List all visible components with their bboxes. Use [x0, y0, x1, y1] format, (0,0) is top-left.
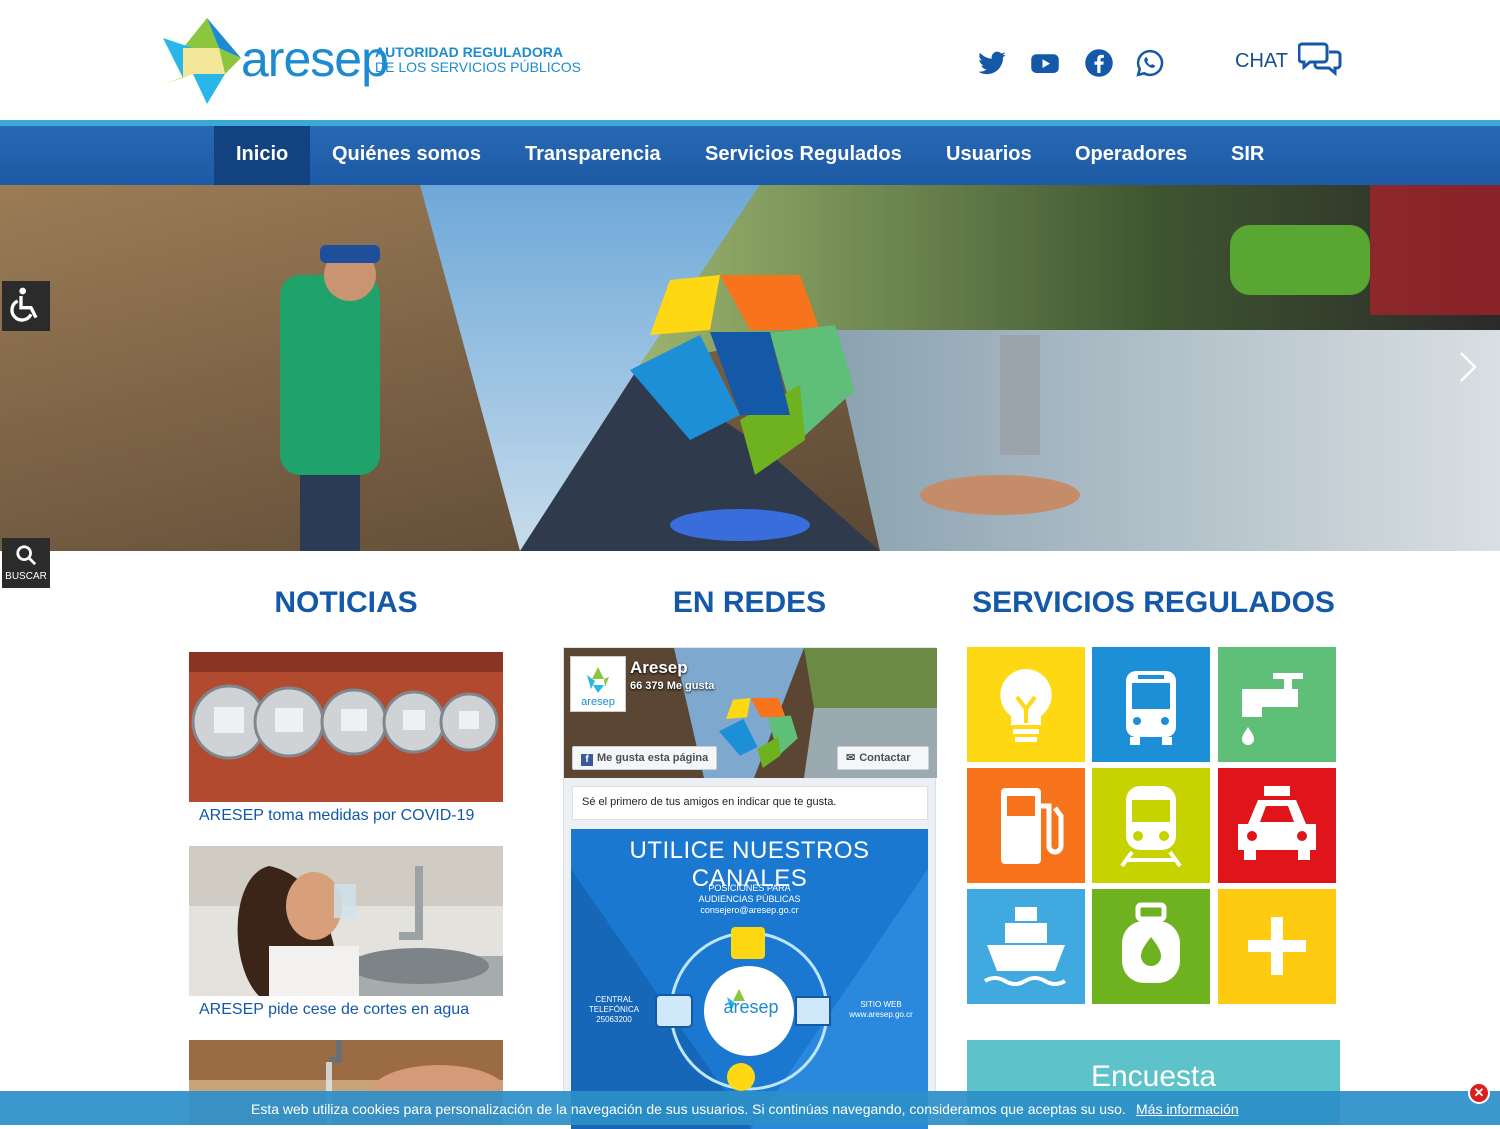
post-center-logo: aresep: [723, 997, 779, 1017]
logo-subtitle-line1: AUTORIDAD REGULADORA: [375, 44, 563, 60]
aresep-logo[interactable]: aresep AUTORIDAD REGULADORA DE LOS SERVI…: [163, 18, 583, 104]
nav-item-sir[interactable]: SIR: [1209, 126, 1286, 185]
hero-slider[interactable]: [0, 185, 1500, 551]
cookie-close-button[interactable]: ✕: [1468, 1082, 1490, 1104]
girl-drinking-water-image: [189, 846, 503, 996]
bus-icon: [1092, 647, 1210, 762]
service-tile-autobus[interactable]: [1092, 647, 1210, 762]
post-web: SITIO WEB www.aresep.go.cr: [839, 1000, 923, 1020]
logo-wordmark: aresep: [241, 31, 389, 87]
cookie-more-info-link[interactable]: Más información: [1136, 1101, 1239, 1117]
nav-item-usuarios[interactable]: Usuarios: [924, 126, 1054, 185]
post-audiencias: POSICIONES PARA AUDIENCIAS PÚBLICAS cons…: [571, 883, 928, 916]
svg-text:aresep: aresep: [581, 696, 615, 708]
service-tile-gas[interactable]: [1092, 889, 1210, 1004]
wheelchair-icon: [10, 287, 38, 322]
post-audiencias-email: consejero@aresep.go.cr: [700, 905, 799, 915]
aresep-mini-logo-icon: aresep: [581, 667, 615, 708]
nav-item-transparencia[interactable]: Transparencia: [503, 126, 683, 185]
facebook-like-button[interactable]: f Me gusta esta página: [572, 746, 718, 770]
logo-subtitle-line2: DE LOS SERVICIOS PÚBLICOS: [375, 59, 581, 75]
plus-icon: [1218, 889, 1336, 1004]
train-icon: [1092, 768, 1210, 883]
service-tile-combustibles[interactable]: [967, 768, 1085, 883]
facebook-page-logo[interactable]: aresep: [570, 656, 626, 712]
post-audiencias-line2: AUDIENCIAS PÚBLICAS: [698, 894, 801, 904]
search-button[interactable]: BUSCAR: [2, 538, 50, 588]
lightbulb-icon: [967, 647, 1085, 762]
twitter-icon[interactable]: [977, 48, 1007, 78]
main-nav: Inicio Quiénes somos Transparencia Servi…: [0, 126, 1500, 185]
news-caption[interactable]: ARESEP toma medidas por COVID-19: [199, 807, 474, 825]
service-tile-taxi[interactable]: [1218, 768, 1336, 883]
post-phone-line2: TELEFÓNICA: [588, 1005, 640, 1014]
post-phone-line1: CENTRAL: [595, 995, 633, 1004]
facebook-contact-label: Contactar: [859, 752, 911, 764]
whatsapp-icon[interactable]: [1135, 48, 1165, 78]
facebook-cover[interactable]: aresep Aresep 66 379 Me gusta f Me gusta …: [564, 648, 937, 778]
gas-cylinder-icon: [1092, 889, 1210, 1004]
news-caption[interactable]: ARESEP pide cese de cortes en agua: [199, 1001, 469, 1019]
facebook-likes-count: 66 379 Me gusta: [630, 680, 715, 692]
post-phone-number: 25063200: [596, 1015, 632, 1024]
water-tap-icon: [1218, 647, 1336, 762]
logo-mark-icon: [163, 18, 241, 104]
post-web-line1: SITIO WEB: [860, 1000, 902, 1009]
facebook-logo-icon: f: [581, 754, 593, 766]
post-audiencias-line1: POSICIONES PARA: [708, 883, 791, 893]
cookie-banner: Esta web utiliza cookies para personaliz…: [0, 1091, 1500, 1125]
chat-label[interactable]: CHAT: [1235, 50, 1288, 73]
envelope-icon: ✉: [846, 752, 856, 764]
social-section-title: EN REDES: [672, 586, 827, 619]
service-tile-electricidad[interactable]: [967, 647, 1085, 762]
nav-item-inicio[interactable]: Inicio: [214, 126, 311, 185]
logo-subtitle: AUTORIDAD REGULADORA DE LOS SERVICIOS PÚ…: [375, 45, 581, 75]
facebook-icon[interactable]: [1084, 48, 1114, 78]
search-icon: [16, 545, 37, 566]
facebook-page-widget: aresep Aresep 66 379 Me gusta f Me gusta …: [563, 647, 937, 1129]
youtube-icon[interactable]: [1030, 48, 1060, 78]
hero-banner-image: [0, 185, 1500, 551]
post-web-url: www.aresep.go.cr: [849, 1010, 913, 1019]
post-phone: CENTRAL TELEFÓNICA 25063200: [587, 995, 641, 1025]
cookie-message: Esta web utiliza cookies para personaliz…: [251, 1101, 1126, 1117]
chat-icon[interactable]: [1298, 40, 1342, 76]
facebook-like-label: Me gusta esta página: [597, 752, 709, 764]
nav-item-servicios-regulados[interactable]: Servicios Regulados: [683, 126, 924, 185]
nav-item-quienes-somos[interactable]: Quiénes somos: [310, 126, 503, 185]
facebook-page-name[interactable]: Aresep: [630, 658, 688, 678]
news-section-title: NOTICIAS: [274, 586, 418, 619]
news-image-agua[interactable]: [189, 846, 503, 996]
site-header: aresep AUTORIDAD REGULADORA DE LOS SERVI…: [0, 0, 1500, 120]
accessibility-button[interactable]: [2, 281, 50, 331]
service-tile-mas[interactable]: [1218, 889, 1336, 1004]
news-image-covid[interactable]: [189, 652, 503, 802]
service-tile-tren[interactable]: [1092, 768, 1210, 883]
taxi-icon: [1218, 768, 1336, 883]
ship-icon: [967, 889, 1085, 1004]
service-tile-cabotaje[interactable]: [967, 889, 1085, 1004]
facebook-friends-text: Sé el primero de tus amigos en indicar q…: [572, 786, 928, 820]
facebook-contact-button[interactable]: ✉ Contactar: [837, 746, 929, 770]
electric-meters-image: [189, 652, 503, 802]
nav-item-operadores[interactable]: Operadores: [1053, 126, 1209, 185]
service-tile-agua[interactable]: [1218, 647, 1336, 762]
chevron-right-icon[interactable]: [1458, 350, 1478, 384]
facebook-post-image[interactable]: UTILICE NUESTROS CANALES POSICIONES PARA…: [571, 829, 928, 1129]
fuel-pump-icon: [967, 768, 1085, 883]
services-section-title: SERVICIOS REGULADOS: [972, 586, 1335, 619]
search-label: BUSCAR: [5, 571, 47, 582]
